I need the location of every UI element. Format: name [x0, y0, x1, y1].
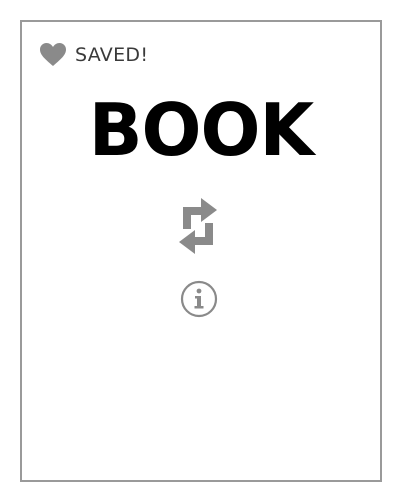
info-icon[interactable]	[180, 280, 218, 318]
card-word: BOOK	[88, 88, 314, 172]
heart-icon[interactable]	[40, 43, 66, 67]
saved-label: SAVED!	[75, 43, 149, 66]
saved-status: SAVED!	[40, 42, 148, 68]
swap-arrows-icon[interactable]	[179, 198, 217, 254]
flashcard: SAVED! BOOK	[20, 20, 382, 482]
